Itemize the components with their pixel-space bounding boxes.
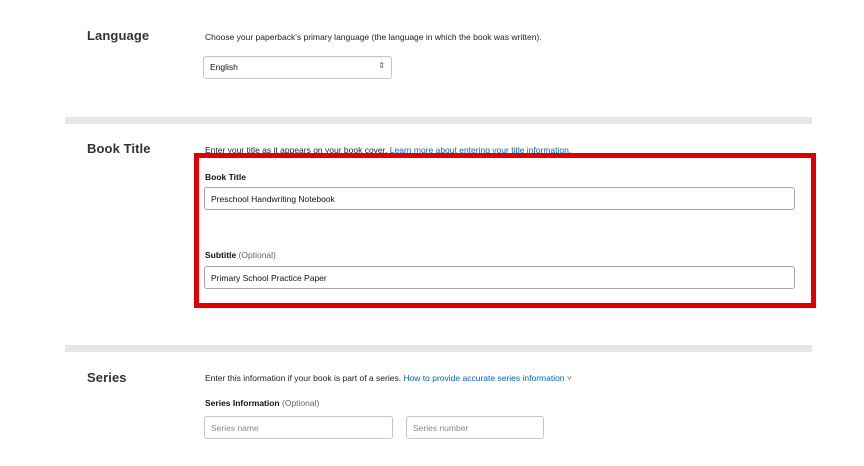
learn-more-title-link[interactable]: Learn more about entering your title inf… — [390, 145, 571, 153]
book-title-description-text: Enter your title as it appears on your b… — [205, 145, 388, 153]
book-title-field-label: Book Title — [205, 172, 246, 182]
select-arrows-icon: ⇕ — [378, 61, 385, 70]
series-number-input[interactable] — [406, 416, 544, 439]
language-description: Choose your paperback's primary language… — [205, 32, 542, 42]
chevron-down-icon[interactable]: ˅ — [567, 373, 572, 383]
subtitle-input[interactable] — [204, 266, 795, 289]
subtitle-label-text: Subtitle — [205, 250, 237, 260]
book-title-input[interactable] — [204, 187, 795, 210]
series-name-input[interactable] — [204, 416, 393, 439]
section-divider-1 — [65, 117, 812, 124]
series-section-label: Series — [87, 370, 127, 385]
series-info-optional-text: (Optional) — [282, 398, 320, 408]
language-select[interactable]: English ⇕ — [203, 56, 392, 79]
book-title-description: Enter your title as it appears on your b… — [205, 145, 675, 153]
series-info-label: Series Information (Optional) — [205, 398, 319, 408]
book-title-section-label: Book Title — [87, 141, 151, 156]
section-divider-2 — [65, 345, 812, 352]
subtitle-optional-text: (Optional) — [238, 250, 276, 260]
language-select-value: English — [210, 62, 238, 72]
subtitle-field-label: Subtitle (Optional) — [205, 250, 276, 260]
series-info-label-text: Series Information — [205, 398, 280, 408]
series-description-text: Enter this information if your book is p… — [205, 373, 402, 383]
series-help-link[interactable]: How to provide accurate series informati… — [403, 373, 564, 383]
language-section-label: Language — [87, 28, 150, 43]
series-description: Enter this information if your book is p… — [205, 373, 572, 383]
